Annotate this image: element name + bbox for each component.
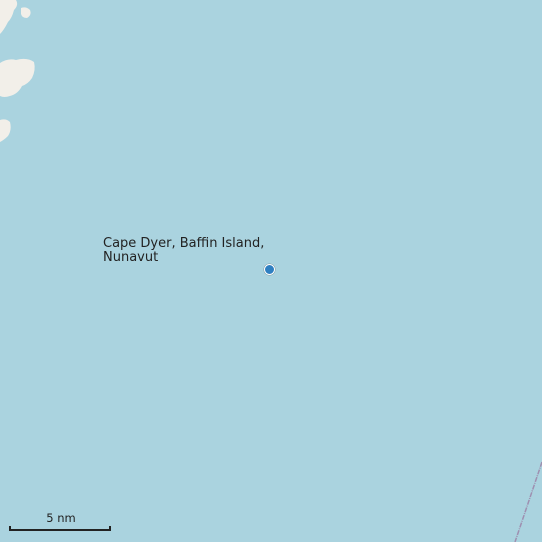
place-label-line-1: Cape Dyer, Baffin Island, [103,236,265,251]
land-mass-west [0,58,35,97]
map-view[interactable]: Cape Dyer, Baffin Island, Nunavut 5 nm [0,0,542,542]
land-mass-south [0,119,11,142]
land-mass-north [0,0,18,34]
scale-bar: 5 nm [9,512,113,536]
location-dot-icon[interactable] [264,264,275,275]
scale-bar-line [9,526,111,531]
place-label-line-2: Nunavut [103,250,159,265]
maritime-boundary-line [514,461,542,542]
scale-label: 5 nm [46,511,76,525]
place-label: Cape Dyer, Baffin Island, Nunavut [103,237,283,265]
land-islet [21,7,31,18]
